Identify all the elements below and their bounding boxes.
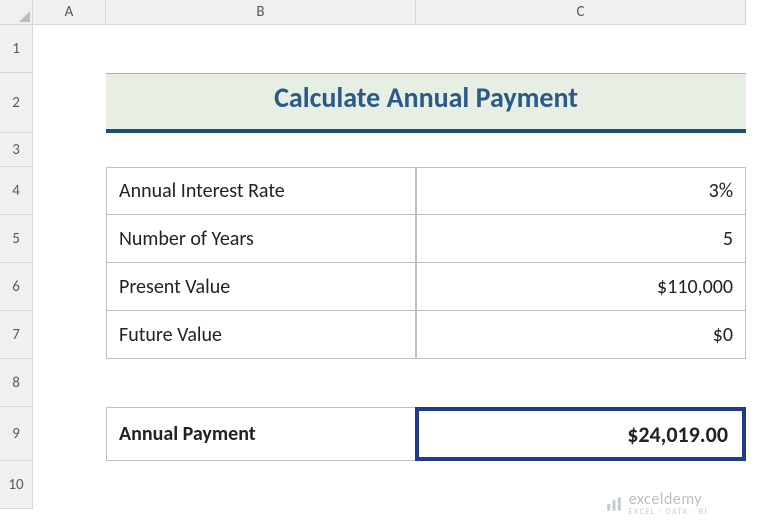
row-header-3[interactable]: 3 (0, 133, 33, 167)
label-fv: Future Value (119, 323, 222, 347)
watermark-name: exceldemy (629, 492, 708, 508)
row-header-2[interactable]: 2 (0, 73, 33, 133)
cell-C4-rate-value[interactable]: 3% (416, 167, 746, 215)
cell-B8C8[interactable] (106, 359, 746, 407)
cell-C5-years-value[interactable]: 5 (416, 214, 746, 263)
cell-B4-rate-label[interactable]: Annual Interest Rate (106, 167, 416, 215)
label-result: Annual Payment (119, 422, 256, 446)
row-header-7[interactable]: 7 (0, 311, 33, 359)
cell-B5-years-label[interactable]: Number of Years (106, 214, 416, 263)
row-header-5[interactable]: 5 (0, 215, 33, 263)
cell-B3C3[interactable] (106, 133, 746, 167)
row-header-1[interactable]: 1 (0, 25, 33, 73)
chart-icon (605, 495, 623, 513)
cell-B7-fv-label[interactable]: Future Value (106, 310, 416, 359)
row-header-6[interactable]: 6 (0, 263, 33, 311)
cell-B1C1[interactable] (106, 25, 746, 73)
select-all-corner[interactable] (0, 0, 33, 25)
watermark-tagline: EXCEL · DATA · BI (629, 508, 708, 516)
cell-B6-pv-label[interactable]: Present Value (106, 262, 416, 311)
row-header-8[interactable]: 8 (0, 359, 33, 407)
row-header-9[interactable]: 9 (0, 407, 33, 461)
page-title[interactable]: Calculate Annual Payment (106, 73, 746, 133)
cell-C7-fv-value[interactable]: $0 (416, 310, 746, 359)
cells-col-A[interactable] (33, 25, 106, 509)
watermark: exceldemy EXCEL · DATA · BI (605, 492, 708, 516)
value-pv: $110,000 (657, 275, 733, 299)
label-pv: Present Value (119, 275, 230, 299)
value-result: $24,019.00 (627, 421, 728, 448)
label-rate: Annual Interest Rate (119, 179, 285, 203)
value-rate: 3% (709, 179, 733, 203)
row-header-4[interactable]: 4 (0, 167, 33, 215)
cell-C6-pv-value[interactable]: $110,000 (416, 262, 746, 311)
value-fv: $0 (713, 323, 733, 347)
cell-C9-result-value[interactable]: $24,019.00 (415, 407, 746, 461)
row-header-10[interactable]: 10 (0, 461, 33, 509)
value-years: 5 (723, 227, 733, 251)
col-header-B[interactable]: B (106, 0, 416, 25)
label-years: Number of Years (119, 227, 254, 251)
spreadsheet-grid: A B C 1 2 3 4 5 6 7 8 9 10 Calculate Ann… (0, 0, 768, 509)
title-text: Calculate Annual Payment (274, 80, 578, 115)
col-header-A[interactable]: A (33, 0, 106, 25)
col-header-C[interactable]: C (416, 0, 746, 25)
cell-B9-result-label[interactable]: Annual Payment (106, 407, 416, 461)
